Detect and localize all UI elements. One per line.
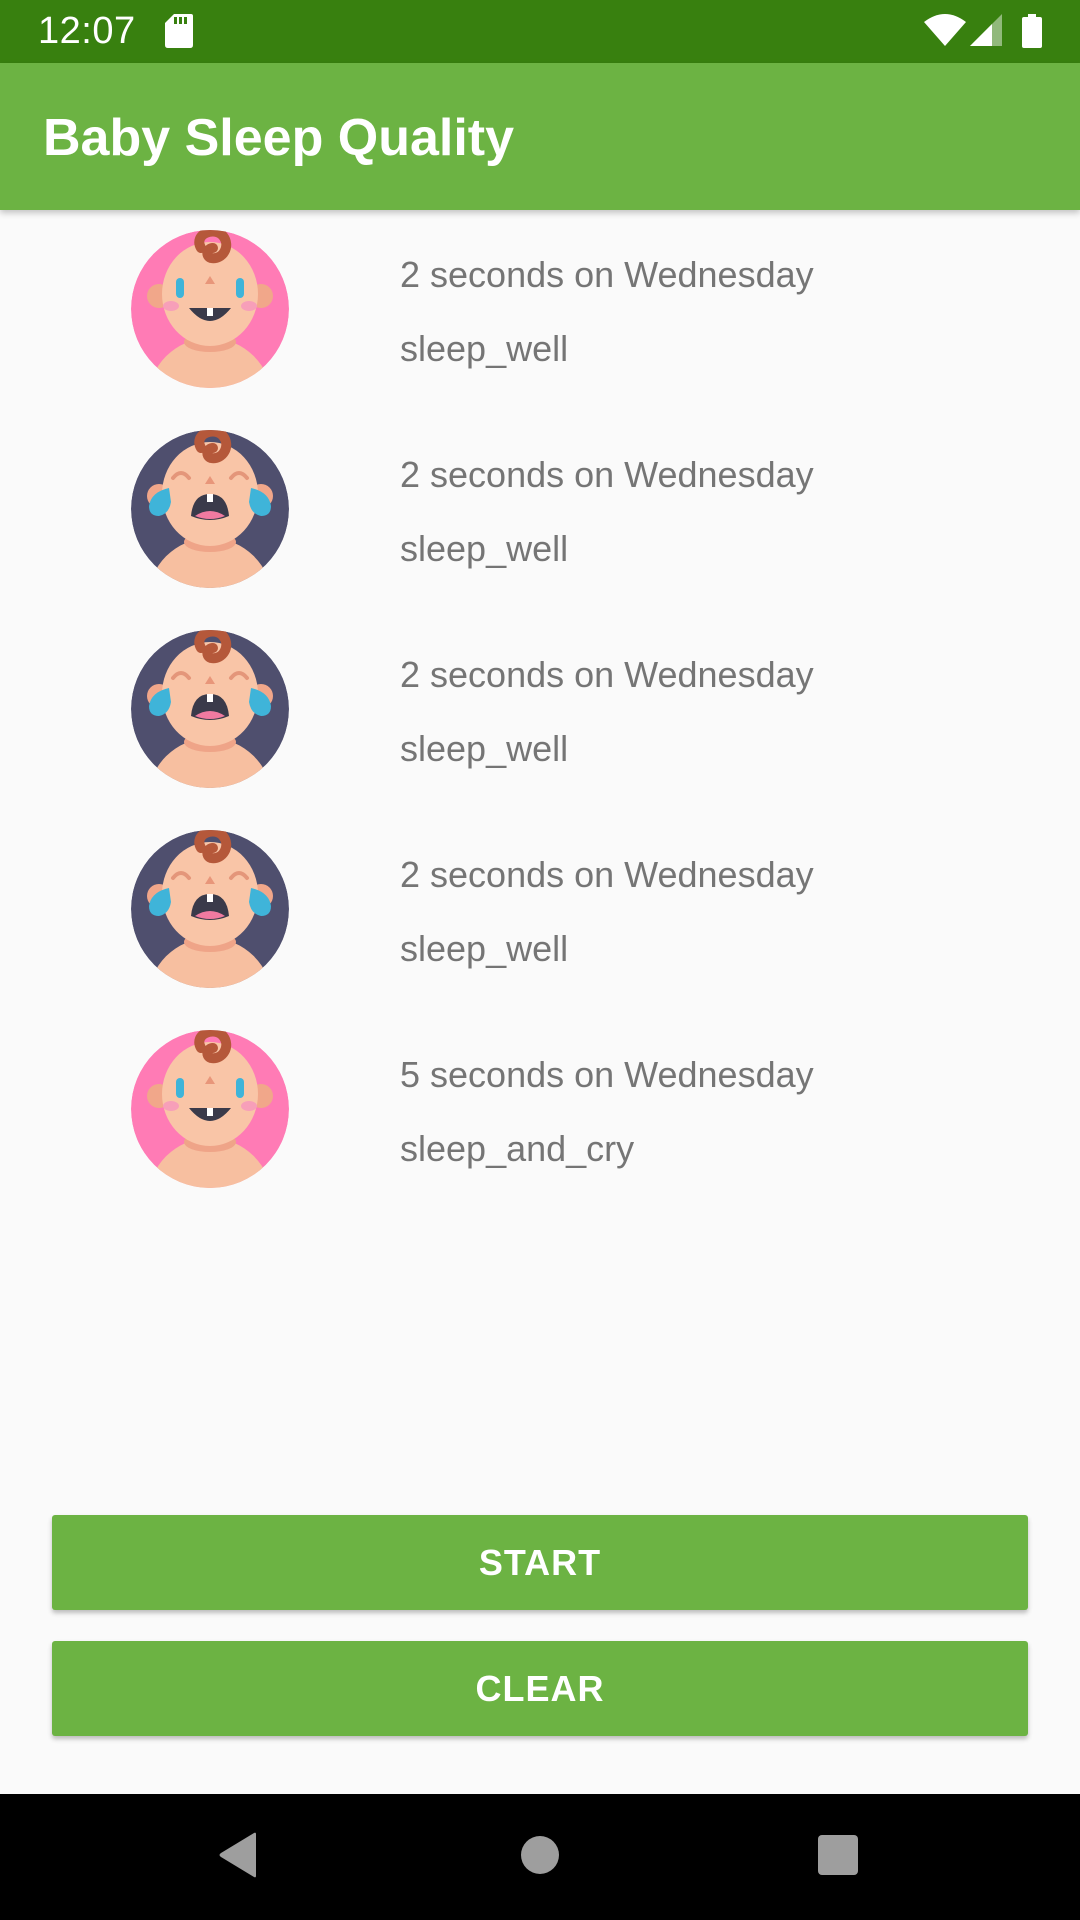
- happy-baby-icon: [131, 1030, 289, 1188]
- crying-baby-icon: [131, 830, 289, 988]
- sleep-quality: sleep_well: [400, 328, 569, 369]
- sleep-duration: 2 seconds on Wednesday: [400, 454, 814, 495]
- sd-card-icon: [165, 14, 193, 53]
- happy-baby-icon: [131, 230, 289, 388]
- sleep-quality: sleep_and_cry: [400, 1128, 635, 1169]
- sleep-duration: 5 seconds on Wednesday: [400, 1054, 814, 1095]
- status-time: 12:07: [38, 10, 136, 52]
- sleep-duration: 2 seconds on Wednesday: [400, 854, 814, 895]
- sleep-quality: sleep_well: [400, 728, 569, 769]
- status-bar: 12:07: [0, 0, 1080, 63]
- back-icon: [218, 1832, 258, 1883]
- app-bar: Baby Sleep Quality: [0, 63, 1080, 210]
- sleep-duration: 2 seconds on Wednesday: [400, 254, 814, 295]
- start-button[interactable]: START: [52, 1515, 1028, 1610]
- home-icon: [521, 1835, 559, 1879]
- sleep-duration: 2 seconds on Wednesday: [400, 654, 814, 695]
- list-item[interactable]: 2 seconds on Wednesday sleep_well: [0, 210, 1080, 410]
- battery-icon: [1022, 14, 1042, 48]
- list-item[interactable]: 5 seconds on Wednesday sleep_and_cry: [0, 1010, 1080, 1210]
- wifi-icon: [924, 14, 966, 46]
- signal-icon: [970, 14, 1002, 46]
- crying-baby-icon: [131, 630, 289, 788]
- navigation-bar: [0, 1794, 1080, 1920]
- status-icons: [924, 14, 1042, 48]
- sleep-quality: sleep_well: [400, 928, 569, 969]
- back-button[interactable]: [158, 1794, 318, 1920]
- list-item[interactable]: 2 seconds on Wednesday sleep_well: [0, 610, 1080, 810]
- crying-baby-icon: [131, 430, 289, 588]
- home-button[interactable]: [460, 1794, 620, 1920]
- list-item[interactable]: 2 seconds on Wednesday sleep_well: [0, 410, 1080, 610]
- app-title: Baby Sleep Quality: [43, 109, 515, 167]
- sleep-quality: sleep_well: [400, 528, 569, 569]
- clear-button[interactable]: CLEAR: [52, 1641, 1028, 1736]
- recent-apps-icon: [818, 1834, 858, 1880]
- recent-apps-button[interactable]: [758, 1794, 918, 1920]
- list-item[interactable]: 2 seconds on Wednesday sleep_well: [0, 810, 1080, 1010]
